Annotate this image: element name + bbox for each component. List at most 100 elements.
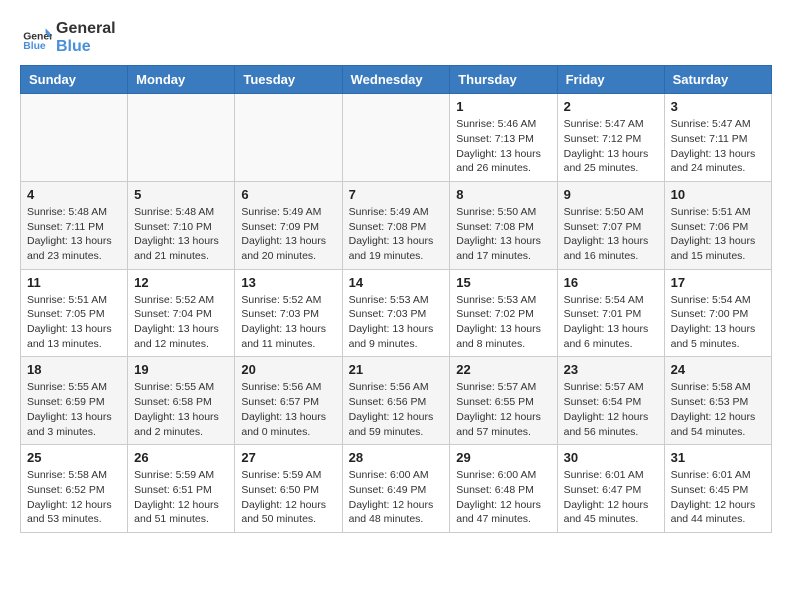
calendar-header-row: SundayMondayTuesdayWednesdayThursdayFrid… (21, 66, 772, 94)
calendar-cell: 3Sunrise: 5:47 AM Sunset: 7:11 PM Daylig… (664, 94, 771, 182)
day-info: Sunrise: 6:01 AM Sunset: 6:47 PM Dayligh… (564, 468, 658, 527)
calendar-cell (21, 94, 128, 182)
day-info: Sunrise: 5:57 AM Sunset: 6:54 PM Dayligh… (564, 380, 658, 439)
calendar-cell: 25 Sunrise: 5:58 AM Sunset: 6:52 PM Dayli… (21, 445, 128, 533)
logo: General Blue General Blue (20, 20, 116, 55)
day-info: Sunrise: 5:52 AM Sunset: 7:04 PM Dayligh… (134, 293, 228, 352)
day-info: Sunrise: 5:53 AM Sunset: 7:02 PM Dayligh… (456, 293, 550, 352)
day-number: 19 (134, 362, 228, 377)
page-header: General Blue General Blue (20, 20, 772, 55)
day-info: Sunrise: 5:50 AM Sunset: 7:08 PM Dayligh… (456, 205, 550, 264)
day-number: 10 (671, 187, 765, 202)
day-number: 17 (671, 275, 765, 290)
day-number: 13 (241, 275, 335, 290)
day-number: 15 (456, 275, 550, 290)
day-number: 6 (241, 187, 335, 202)
day-number: 30 (564, 450, 658, 465)
day-number: 29 (456, 450, 550, 465)
calendar-cell: 22Sunrise: 5:57 AM Sunset: 6:55 PM Dayli… (450, 357, 557, 445)
calendar-cell: 17 Sunrise: 5:54 AM Sunset: 7:00 PM Dayli… (664, 269, 771, 357)
calendar-cell: 19Sunrise: 5:55 AM Sunset: 6:58 PM Dayli… (128, 357, 235, 445)
day-number: 27 (241, 450, 335, 465)
calendar-week-4: 18 Sunrise: 5:55 AM Sunset: 6:59 PM Dayli… (21, 357, 772, 445)
day-info: Sunrise: 5:51 AM Sunset: 7:06 PM Dayligh… (671, 205, 765, 264)
day-info: Sunrise: 5:56 AM Sunset: 6:57 PM Dayligh… (241, 380, 335, 439)
day-info: Sunrise: 5:59 AM Sunset: 6:51 PM Dayligh… (134, 468, 228, 527)
calendar-week-5: 25 Sunrise: 5:58 AM Sunset: 6:52 PM Dayli… (21, 445, 772, 533)
calendar-cell: 7 Sunrise: 5:49 AM Sunset: 7:08 PM Daylig… (342, 181, 450, 269)
calendar-cell: 30 Sunrise: 6:01 AM Sunset: 6:47 PM Dayli… (557, 445, 664, 533)
day-info: Sunrise: 5:50 AM Sunset: 7:07 PM Dayligh… (564, 205, 658, 264)
day-info: Sunrise: 5:55 AM Sunset: 6:59 PM Dayligh… (27, 380, 121, 439)
day-number: 16 (564, 275, 658, 290)
day-info: Sunrise: 5:54 AM Sunset: 7:01 PM Dayligh… (564, 293, 658, 352)
day-number: 5 (134, 187, 228, 202)
day-info: Sunrise: 5:48 AM Sunset: 7:10 PM Dayligh… (134, 205, 228, 264)
calendar-cell: 8Sunrise: 5:50 AM Sunset: 7:08 PM Daylig… (450, 181, 557, 269)
day-number: 2 (564, 99, 658, 114)
calendar-cell: 6Sunrise: 5:49 AM Sunset: 7:09 PM Daylig… (235, 181, 342, 269)
day-info: Sunrise: 5:51 AM Sunset: 7:05 PM Dayligh… (27, 293, 121, 352)
day-number: 3 (671, 99, 765, 114)
logo-text: General Blue (56, 20, 116, 55)
day-info: Sunrise: 5:46 AM Sunset: 7:13 PM Dayligh… (456, 117, 550, 176)
day-number: 24 (671, 362, 765, 377)
day-number: 12 (134, 275, 228, 290)
calendar-cell: 15 Sunrise: 5:53 AM Sunset: 7:02 PM Dayli… (450, 269, 557, 357)
calendar-cell: 26 Sunrise: 5:59 AM Sunset: 6:51 PM Dayli… (128, 445, 235, 533)
day-number: 31 (671, 450, 765, 465)
calendar-cell: 12 Sunrise: 5:52 AM Sunset: 7:04 PM Dayli… (128, 269, 235, 357)
day-number: 28 (349, 450, 444, 465)
day-number: 26 (134, 450, 228, 465)
day-number: 18 (27, 362, 121, 377)
day-info: Sunrise: 5:48 AM Sunset: 7:11 PM Dayligh… (27, 205, 121, 264)
calendar-cell: 24Sunrise: 5:58 AM Sunset: 6:53 PM Dayli… (664, 357, 771, 445)
day-info: Sunrise: 5:58 AM Sunset: 6:52 PM Dayligh… (27, 468, 121, 527)
header-wednesday: Wednesday (342, 66, 450, 94)
day-number: 21 (349, 362, 444, 377)
day-info: Sunrise: 6:01 AM Sunset: 6:45 PM Dayligh… (671, 468, 765, 527)
logo-icon: General Blue (20, 22, 52, 54)
calendar: SundayMondayTuesdayWednesdayThursdayFrid… (20, 65, 772, 533)
calendar-cell: 11 Sunrise: 5:51 AM Sunset: 7:05 PM Dayli… (21, 269, 128, 357)
calendar-cell: 29 Sunrise: 6:00 AM Sunset: 6:48 PM Dayli… (450, 445, 557, 533)
calendar-cell: 14 Sunrise: 5:53 AM Sunset: 7:03 PM Dayli… (342, 269, 450, 357)
day-info: Sunrise: 5:57 AM Sunset: 6:55 PM Dayligh… (456, 380, 550, 439)
day-number: 9 (564, 187, 658, 202)
day-info: Sunrise: 5:52 AM Sunset: 7:03 PM Dayligh… (241, 293, 335, 352)
calendar-cell: 16 Sunrise: 5:54 AM Sunset: 7:01 PM Dayli… (557, 269, 664, 357)
day-number: 7 (349, 187, 444, 202)
calendar-week-2: 4Sunrise: 5:48 AM Sunset: 7:11 PM Daylig… (21, 181, 772, 269)
day-number: 1 (456, 99, 550, 114)
calendar-cell: 18 Sunrise: 5:55 AM Sunset: 6:59 PM Dayli… (21, 357, 128, 445)
calendar-week-3: 11 Sunrise: 5:51 AM Sunset: 7:05 PM Dayli… (21, 269, 772, 357)
calendar-cell: 5 Sunrise: 5:48 AM Sunset: 7:10 PM Daylig… (128, 181, 235, 269)
calendar-cell (128, 94, 235, 182)
day-info: Sunrise: 6:00 AM Sunset: 6:49 PM Dayligh… (349, 468, 444, 527)
day-number: 11 (27, 275, 121, 290)
calendar-cell: 4Sunrise: 5:48 AM Sunset: 7:11 PM Daylig… (21, 181, 128, 269)
svg-text:Blue: Blue (23, 41, 46, 52)
calendar-cell: 27 Sunrise: 5:59 AM Sunset: 6:50 PM Dayli… (235, 445, 342, 533)
header-monday: Monday (128, 66, 235, 94)
day-info: Sunrise: 5:54 AM Sunset: 7:00 PM Dayligh… (671, 293, 765, 352)
calendar-cell: 9 Sunrise: 5:50 AM Sunset: 7:07 PM Daylig… (557, 181, 664, 269)
day-info: Sunrise: 5:59 AM Sunset: 6:50 PM Dayligh… (241, 468, 335, 527)
calendar-cell: 21Sunrise: 5:56 AM Sunset: 6:56 PM Dayli… (342, 357, 450, 445)
day-number: 20 (241, 362, 335, 377)
day-info: Sunrise: 5:53 AM Sunset: 7:03 PM Dayligh… (349, 293, 444, 352)
calendar-cell: 13 Sunrise: 5:52 AM Sunset: 7:03 PM Dayli… (235, 269, 342, 357)
day-number: 25 (27, 450, 121, 465)
header-tuesday: Tuesday (235, 66, 342, 94)
header-friday: Friday (557, 66, 664, 94)
day-number: 14 (349, 275, 444, 290)
calendar-cell: 28 Sunrise: 6:00 AM Sunset: 6:49 PM Dayli… (342, 445, 450, 533)
calendar-cell: 20 Sunrise: 5:56 AM Sunset: 6:57 PM Dayli… (235, 357, 342, 445)
day-info: Sunrise: 6:00 AM Sunset: 6:48 PM Dayligh… (456, 468, 550, 527)
header-saturday: Saturday (664, 66, 771, 94)
calendar-cell: 31 Sunrise: 6:01 AM Sunset: 6:45 PM Dayli… (664, 445, 771, 533)
calendar-cell (342, 94, 450, 182)
day-info: Sunrise: 5:47 AM Sunset: 7:12 PM Dayligh… (564, 117, 658, 176)
day-info: Sunrise: 5:49 AM Sunset: 7:08 PM Dayligh… (349, 205, 444, 264)
calendar-week-1: 1 Sunrise: 5:46 AM Sunset: 7:13 PM Daylig… (21, 94, 772, 182)
